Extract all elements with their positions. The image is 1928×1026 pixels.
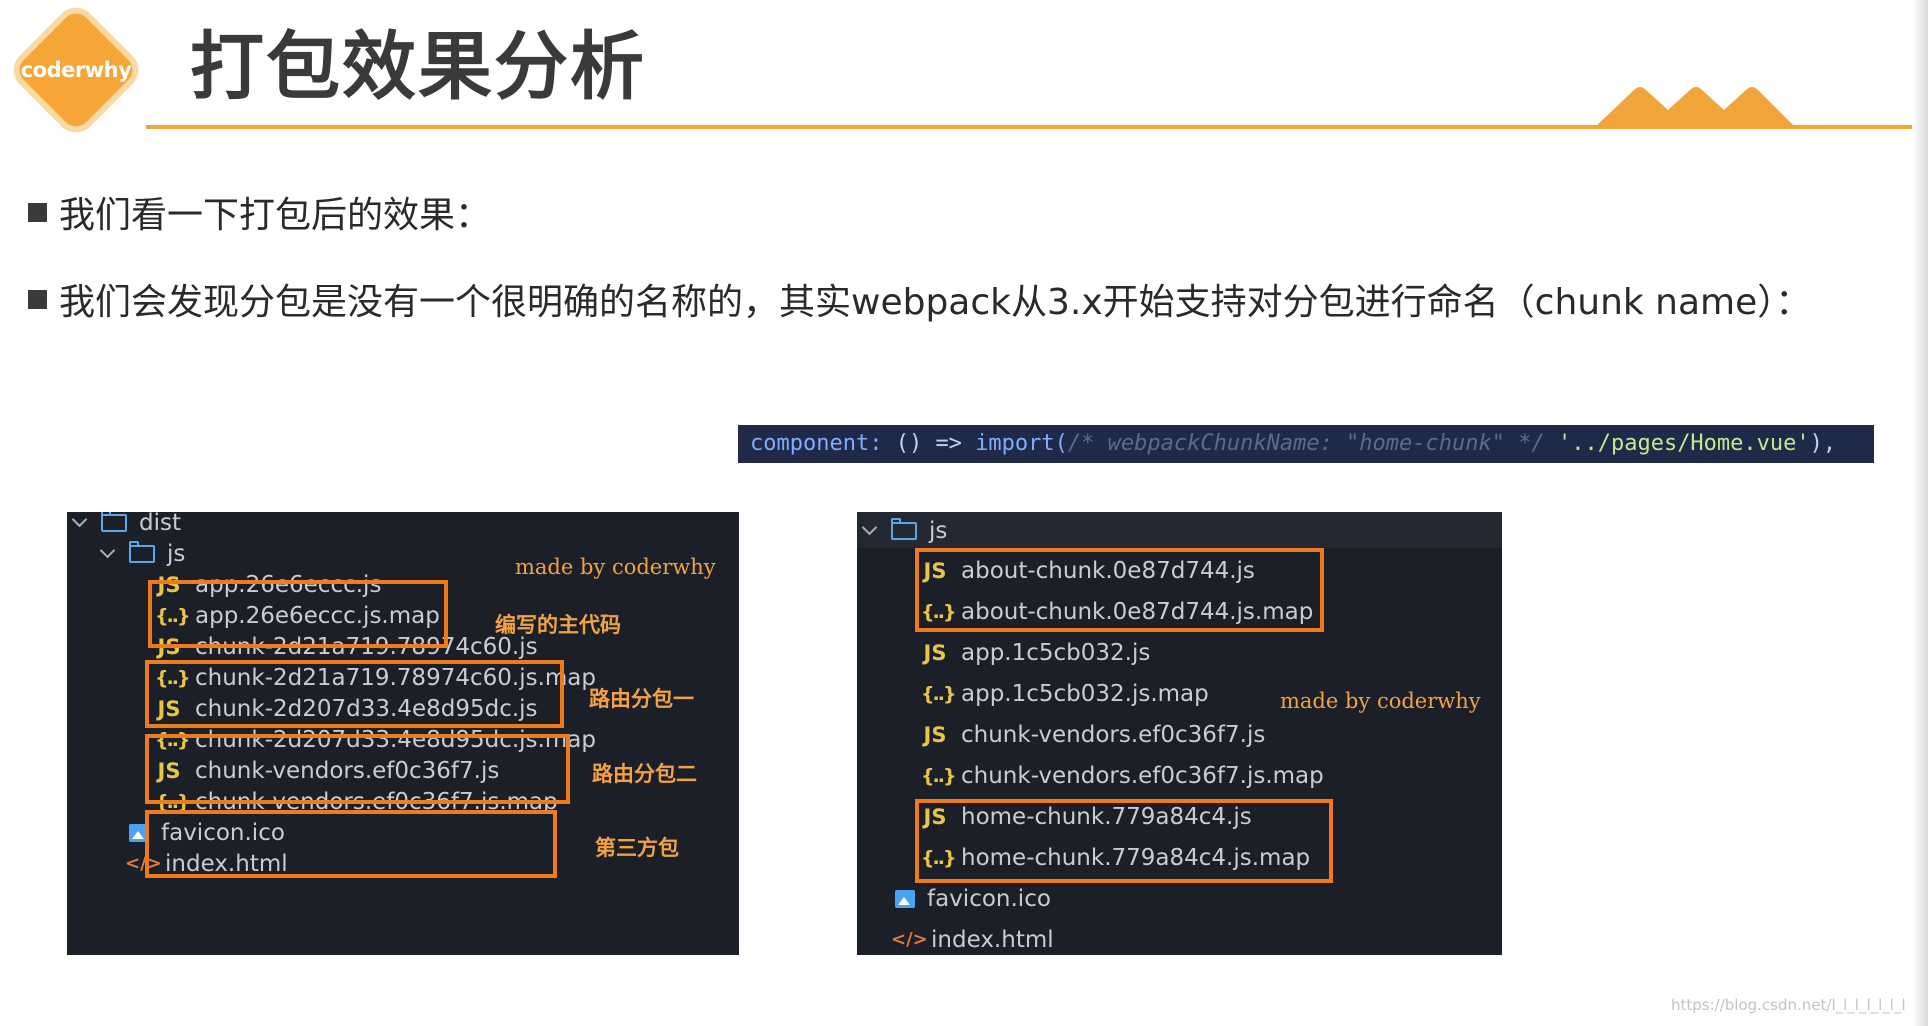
logo-text: coderwhy	[20, 58, 132, 82]
js-file-icon: JS	[923, 641, 947, 665]
tree-item-label: dist	[139, 512, 181, 536]
tree-item-label: js	[929, 518, 948, 544]
vendor-annotation: 第三方包	[595, 836, 679, 860]
tree-item-label: favicon.ico	[927, 886, 1051, 912]
page-title: 打包效果分析	[190, 24, 646, 110]
bullet-text: 我们看一下打包后的效果：	[59, 195, 492, 236]
json-map-file-icon: {..}	[921, 683, 957, 705]
tree-item-label: chunk-vendors.ef0c36f7.js.map	[961, 763, 1324, 789]
chevron-down-icon[interactable]	[861, 522, 879, 540]
bullet-item: 我们看一下打包后的效果：	[28, 186, 491, 238]
code-arrow: () =>	[895, 431, 962, 456]
highlight-box-main	[148, 580, 448, 648]
folder-icon	[891, 518, 917, 540]
js-file-icon: JS	[923, 723, 947, 747]
tree-header-bar	[857, 512, 1502, 548]
bullet-square-icon	[28, 202, 47, 222]
chevron-down-icon[interactable]	[99, 545, 117, 563]
tree-item-label: js	[167, 541, 186, 567]
highlight-box-route2	[145, 734, 570, 804]
code-call: import(	[975, 431, 1068, 456]
html-file-icon: </>	[891, 929, 928, 950]
code-path: '../pages/Home.vue'	[1557, 431, 1810, 456]
route1-annotation: 路由分包一	[589, 687, 694, 711]
mountain-decoration-icon	[1594, 87, 1796, 128]
tree-item-js[interactable]: js	[861, 514, 947, 548]
image-file-icon	[895, 890, 915, 908]
code-tail: ),	[1809, 431, 1837, 456]
tree-item-file[interactable]: JS app.1c5cb032.js	[921, 636, 1151, 670]
route2-annotation: 路由分包二	[592, 762, 697, 786]
page-edge-shadow	[1912, 0, 1928, 1026]
tree-item-label: app.1c5cb032.js	[961, 640, 1151, 666]
folder-icon	[129, 541, 155, 563]
tree-item-file[interactable]: {..} app.1c5cb032.js.map	[921, 677, 1209, 711]
highlight-box-route1	[145, 660, 564, 728]
credit-annotation: made by coderwhy	[1280, 689, 1481, 713]
tree-item-label: chunk-vendors.ef0c36f7.js	[961, 722, 1266, 748]
highlight-box-about-chunk	[915, 548, 1324, 632]
folder-icon	[101, 512, 127, 532]
tree-item-file[interactable]: </> index.html	[891, 923, 1054, 955]
chevron-down-icon[interactable]	[71, 514, 89, 532]
bullet-text: 我们会发现分包是没有一个很明确的名称的，其实webpack从3.x开始支持对分包…	[59, 282, 1812, 323]
credit-annotation: made by coderwhy	[515, 555, 716, 579]
left-file-explorer: dist js JS app.26e6eccc.js {..} app.26e6…	[67, 512, 739, 955]
code-key: component:	[750, 431, 883, 456]
right-file-explorer: js JS about-chunk.0e87d744.js {..} about…	[857, 512, 1502, 955]
watermark: https://blog.csdn.net/l_l_l_l_l_l_l	[1671, 996, 1906, 1014]
code-comment: /* webpackChunkName: "home-chunk" */	[1067, 431, 1545, 456]
tree-item-file[interactable]: {..} chunk-vendors.ef0c36f7.js.map	[921, 759, 1324, 793]
highlight-box-home-chunk	[915, 799, 1333, 883]
highlight-box-vendor	[145, 810, 557, 878]
tree-item-label: app.1c5cb032.js.map	[961, 681, 1209, 707]
tree-item-file[interactable]: JS chunk-vendors.ef0c36f7.js	[921, 718, 1266, 752]
tree-item-file[interactable]: favicon.ico	[895, 882, 1051, 916]
json-map-file-icon: {..}	[921, 765, 957, 787]
tree-item-js[interactable]: js	[99, 537, 185, 571]
tree-item-label: index.html	[931, 927, 1054, 953]
bullet-item: 我们会发现分包是没有一个很明确的名称的，其实webpack从3.x开始支持对分包…	[28, 273, 1811, 325]
main-code-annotation: 编写的主代码	[495, 613, 621, 637]
coderwhy-logo: coderwhy	[13, 7, 139, 133]
tree-item-dist[interactable]: dist	[71, 512, 181, 540]
bullet-square-icon	[28, 289, 47, 309]
code-snippet: component: () => import(/* webpackChunkN…	[738, 425, 1874, 463]
